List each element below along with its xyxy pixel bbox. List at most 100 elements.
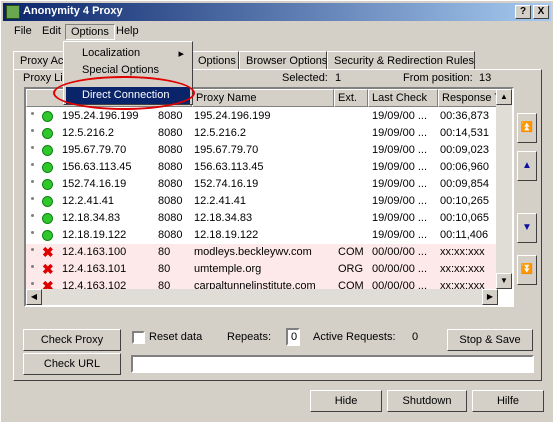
port-cell: 8080 [158, 144, 183, 156]
row-marker [31, 248, 34, 251]
port-cell: 8080 [158, 161, 183, 173]
response-time-cell: 00:36,873 [440, 110, 489, 122]
response-time-cell: 00:10,065 [440, 212, 489, 224]
last-check-cell: 00/00/00 ... [372, 263, 428, 275]
help-button[interactable]: ? [515, 5, 531, 19]
table-row[interactable]: 195.24.196.199 8080 195.24.196.199 19/09/00… [26, 108, 498, 125]
column-header-proxy-name[interactable]: Proxy Name [192, 89, 334, 107]
hilfe-button[interactable]: Hilfe [472, 390, 544, 412]
column-header-ext[interactable]: Ext. [334, 89, 368, 107]
ip-cell: 156.63.113.45 [62, 161, 132, 173]
menu-options[interactable]: Options [65, 24, 115, 40]
horizontal-scrollbar[interactable]: ◀ ▶ [26, 289, 498, 305]
reset-data-label: Reset data [149, 331, 203, 343]
table-row[interactable]: 195.67.79.70 8080 195.67.79.70 19/09/00 ...… [26, 142, 498, 159]
move-down-button[interactable]: ▼ [517, 213, 537, 243]
ip-cell: 12.18.19.122 [62, 229, 127, 241]
close-button[interactable]: X [533, 5, 549, 19]
move-top-button[interactable]: ⏫ [517, 113, 537, 143]
row-marker [31, 112, 34, 115]
response-time-cell: 00:14,531 [440, 127, 489, 139]
proxy-table[interactable]: Proxy Name Ext. Last Check Response T 19… [24, 87, 514, 307]
row-marker [31, 146, 34, 149]
ext-cell: COM [338, 246, 364, 258]
status-ok-icon [42, 128, 53, 139]
table-row[interactable]: ✖ 12.4.163.100 80 modleys.beckleywv.com COM 0… [26, 244, 498, 261]
last-check-cell: 19/09/00 ... [372, 127, 428, 139]
column-header-last-check[interactable]: Last Check [368, 89, 438, 107]
scroll-left-button[interactable]: ◀ [26, 289, 42, 305]
response-time-cell: 00:10,265 [440, 195, 489, 207]
table-row[interactable]: 152.74.16.19 8080 152.74.16.19 19/09/00 ...… [26, 176, 498, 193]
column-header-response-time[interactable]: Response T [438, 89, 498, 107]
url-input[interactable] [131, 355, 534, 373]
row-marker [31, 282, 34, 285]
table-row[interactable]: 12.18.19.122 8080 12.18.19.122 19/09/00 ...… [26, 227, 498, 244]
response-time-cell: xx:xx:xxx [440, 246, 485, 258]
move-bottom-button[interactable]: ⏬ [517, 255, 537, 285]
shutdown-button[interactable]: Shutdown [387, 390, 467, 412]
ip-cell: 12.18.34.83 [62, 212, 121, 224]
status-ok-icon [42, 213, 53, 224]
last-check-cell: 19/09/00 ... [372, 161, 428, 173]
proxy-name-cell: 12.2.41.41 [194, 195, 246, 207]
port-cell: 8080 [158, 195, 183, 207]
table-row[interactable]: 12.18.34.83 8080 12.18.34.83 19/09/00 ... 00… [26, 210, 498, 227]
proxy-name-cell: umtemple.org [194, 263, 262, 275]
status-ok-icon [42, 179, 53, 190]
vertical-scrollbar[interactable]: ▲ ▼ [496, 89, 512, 289]
response-time-cell: 00:11,406 [440, 229, 489, 241]
port-cell: 8080 [158, 212, 183, 224]
highlight-annotation [53, 76, 195, 110]
tab-options[interactable]: Options [191, 51, 239, 70]
ip-cell: 195.67.79.70 [62, 144, 127, 156]
scroll-up-button[interactable]: ▲ [496, 89, 512, 105]
response-time-cell: 00:09,854 [440, 178, 489, 190]
table-row[interactable]: 12.2.41.41 8080 12.2.41.41 19/09/00 ... 00:1… [26, 193, 498, 210]
last-check-cell: 19/09/00 ... [372, 110, 428, 122]
tab-browser-options[interactable]: Browser Options [239, 51, 327, 70]
proxy-name-cell: 156.63.113.45 [194, 161, 264, 173]
status-ok-icon [42, 111, 53, 122]
stop-save-button[interactable]: Stop & Save [447, 329, 533, 351]
menu-help[interactable]: Help [111, 24, 144, 38]
check-url-button[interactable]: Check URL [23, 353, 121, 375]
row-marker [31, 197, 34, 200]
reset-data-checkbox[interactable] [132, 331, 145, 344]
active-requests-label: Active Requests: [313, 331, 396, 343]
last-check-cell: 19/09/00 ... [372, 178, 428, 190]
row-marker [31, 214, 34, 217]
menu-item-localization[interactable]: Localization ▸ [66, 45, 190, 62]
menu-edit[interactable]: Edit [37, 24, 66, 38]
port-cell: 8080 [158, 229, 183, 241]
proxy-name-cell: modleys.beckleywv.com [194, 246, 312, 258]
last-check-cell: 19/09/00 ... [372, 144, 428, 156]
row-marker [31, 231, 34, 234]
row-marker [31, 180, 34, 183]
row-marker [31, 265, 34, 268]
last-check-cell: 19/09/00 ... [372, 229, 428, 241]
repeats-input[interactable]: 0 [286, 328, 300, 346]
check-proxy-button[interactable]: Check Proxy [23, 329, 121, 351]
response-time-cell: xx:xx:xxx [440, 263, 485, 275]
app-icon [6, 5, 20, 19]
table-row[interactable]: ✖ 12.4.163.101 80 umtemple.org ORG 00/00/00 .… [26, 261, 498, 278]
tab-proxy-activity[interactable]: Proxy Act [13, 51, 69, 70]
hide-button[interactable]: Hide [310, 390, 382, 412]
tab-security-redirection[interactable]: Security & Redirection Rules [327, 51, 475, 70]
ip-cell: 12.2.41.41 [62, 195, 114, 207]
scroll-down-button[interactable]: ▼ [496, 273, 512, 289]
proxy-name-cell: 152.74.16.19 [194, 178, 259, 190]
status-ok-icon [42, 196, 53, 207]
status-ok-icon [42, 145, 53, 156]
move-up-button[interactable]: ▲ [517, 151, 537, 181]
status-ok-icon [42, 230, 53, 241]
table-row[interactable]: 12.5.216.2 8080 12.5.216.2 19/09/00 ... 00:1… [26, 125, 498, 142]
menu-file[interactable]: File [9, 24, 37, 38]
proxy-name-cell: 12.5.216.2 [194, 127, 246, 139]
proxy-name-cell: 12.18.34.83 [194, 212, 253, 224]
ip-cell: 195.24.196.199 [62, 110, 139, 122]
port-cell: 8080 [158, 110, 183, 122]
scroll-right-button[interactable]: ▶ [482, 289, 498, 305]
table-row[interactable]: 156.63.113.45 8080 156.63.113.45 19/09/00 .… [26, 159, 498, 176]
